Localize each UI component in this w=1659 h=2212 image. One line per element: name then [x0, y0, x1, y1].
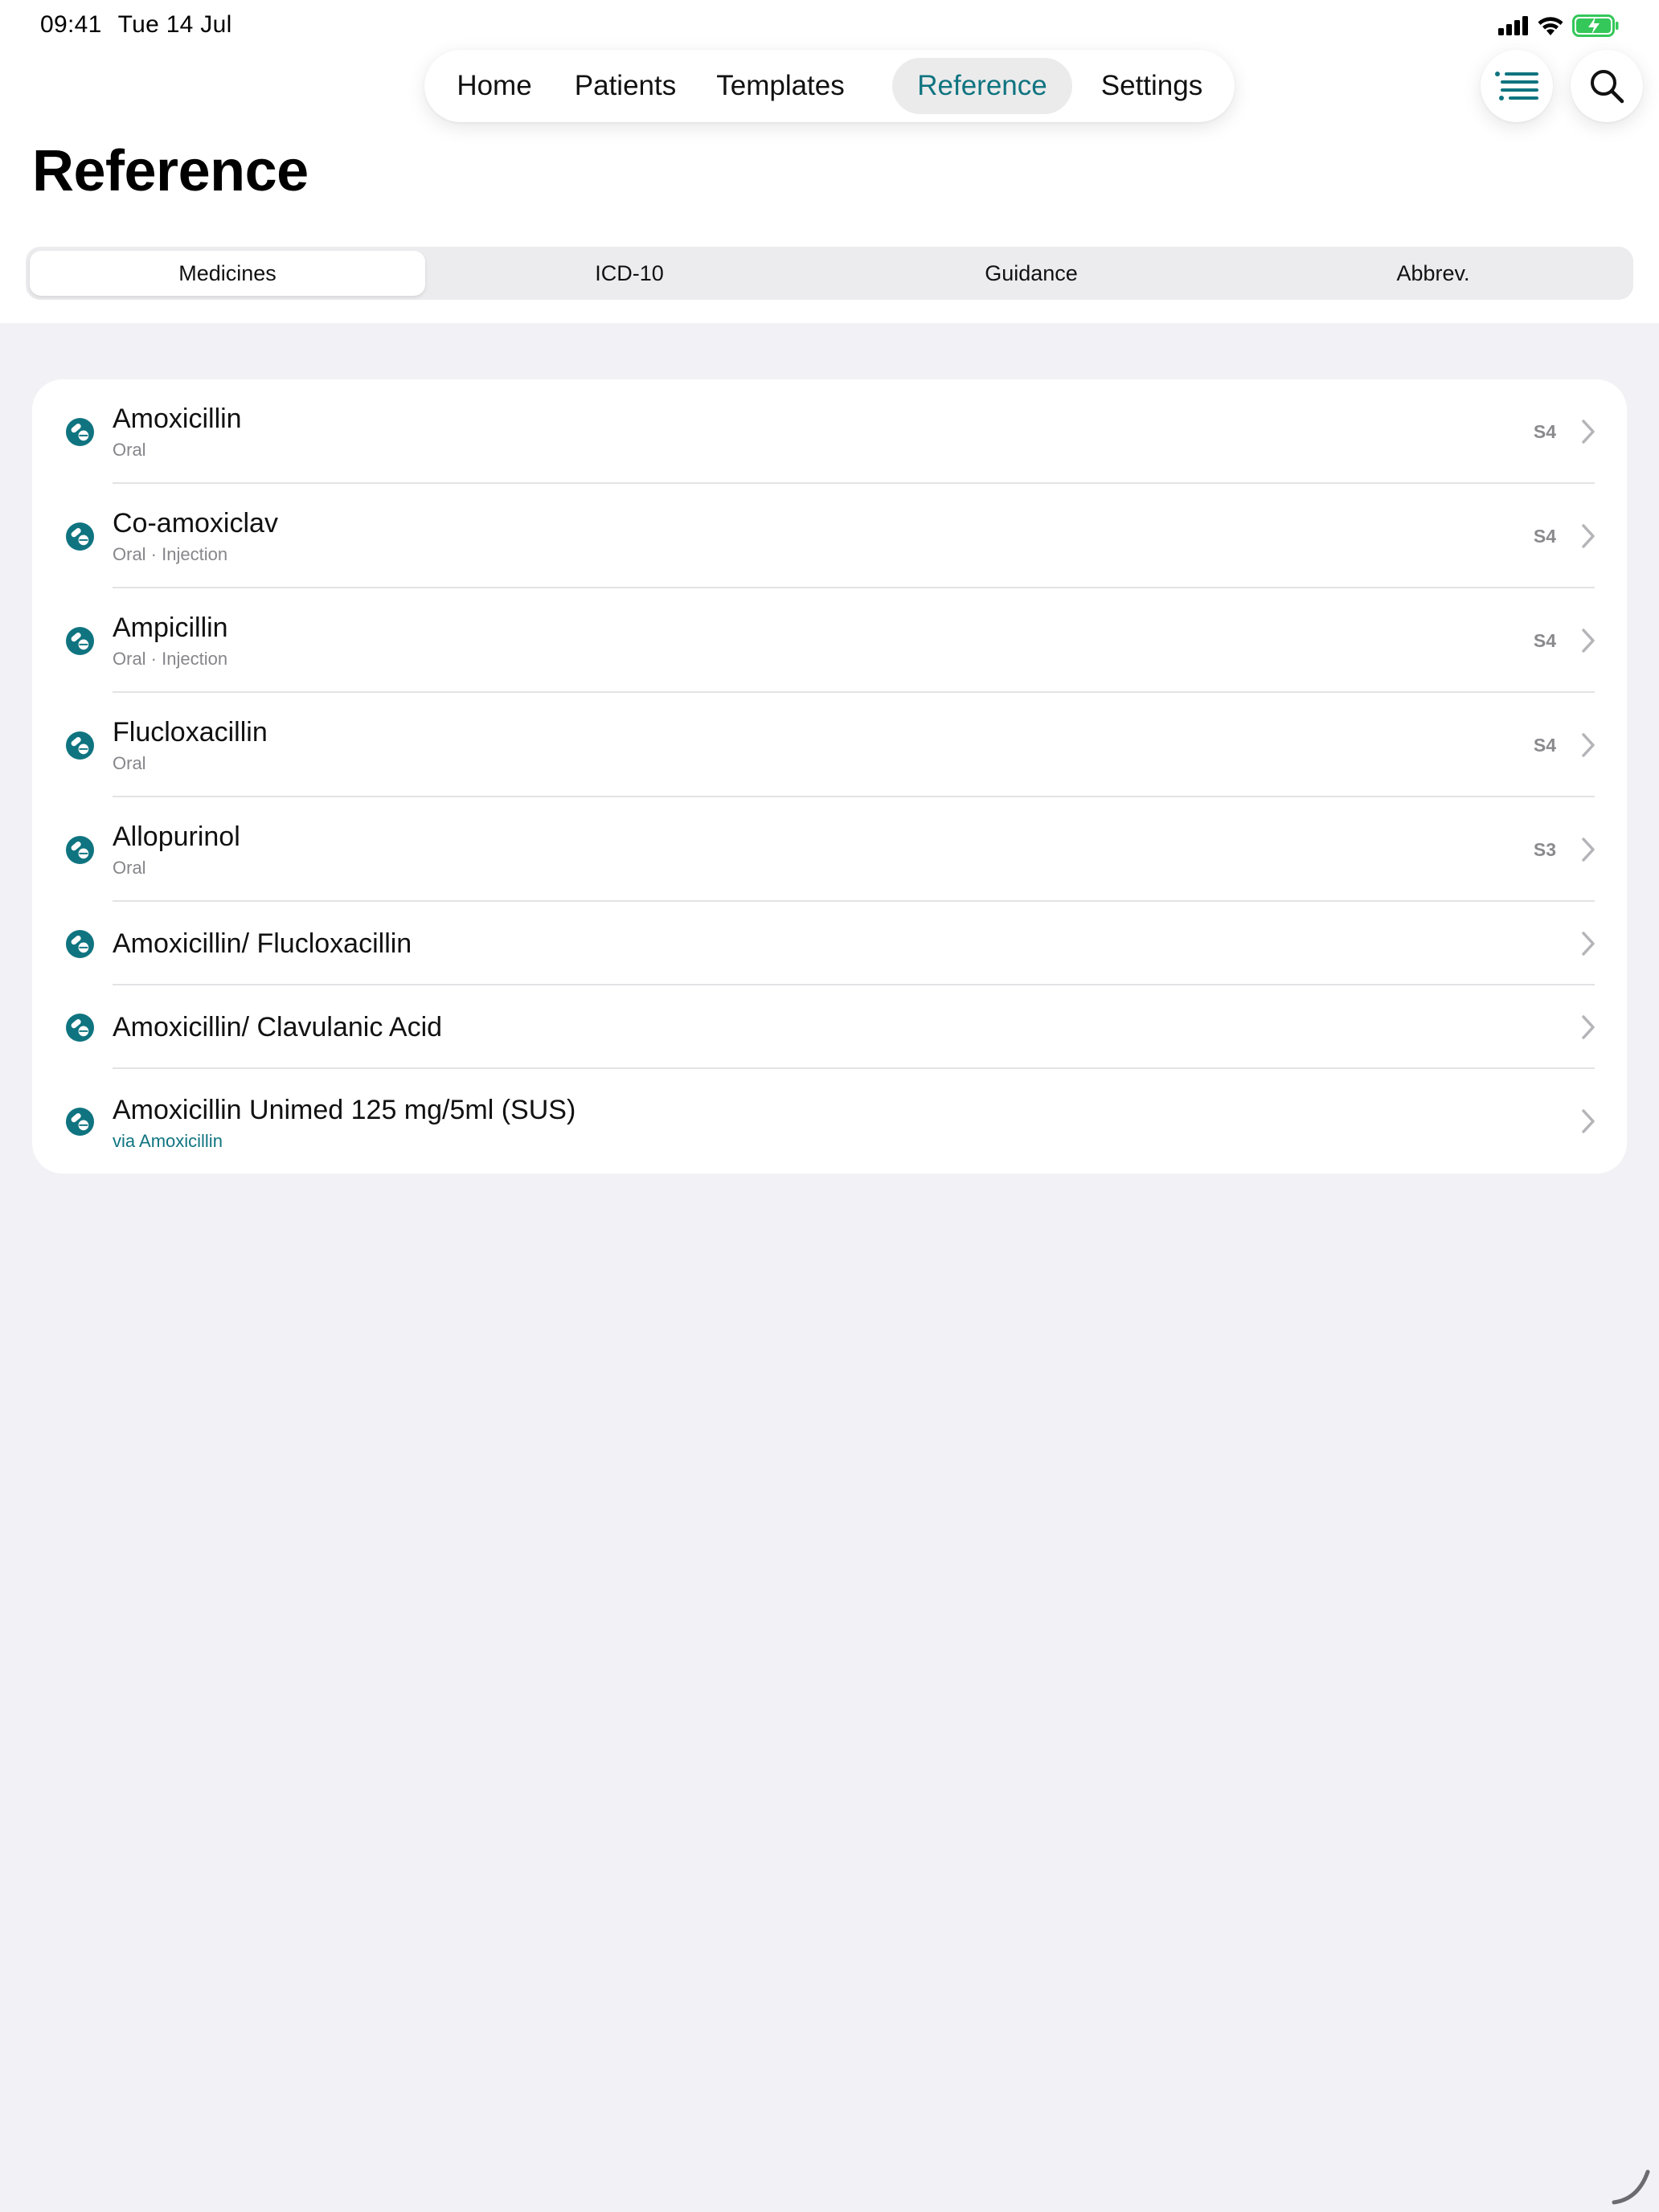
medicine-name: Amoxicillin Unimed 125 mg/5ml (SUS)	[113, 1095, 576, 1125]
segmented-control: Medicines ICD-10 Guidance Abbrev.	[26, 247, 1633, 300]
tab-patients[interactable]: Patients	[561, 58, 690, 114]
schedule-badge: S4	[1533, 630, 1556, 651]
medicine-name: Allopurinol	[113, 821, 240, 852]
top-tab-bar: Home Patients Templates Reference Settin…	[424, 50, 1235, 122]
status-date: Tue 14 Jul	[117, 11, 232, 38]
medicines-list: Amoxicillin Oral S4 Co-amoxiclav Oral · …	[32, 379, 1627, 1174]
chevron-right-icon	[1582, 1109, 1595, 1133]
medicine-name: Amoxicillin	[113, 403, 242, 434]
pill-icon	[66, 522, 94, 551]
pill-icon	[66, 418, 94, 446]
tab-templates[interactable]: Templates	[704, 58, 857, 114]
resize-corner-icon	[1612, 2169, 1650, 2205]
medicine-name: Ampicillin	[113, 612, 228, 643]
schedule-badge: S4	[1533, 526, 1556, 547]
pill-icon	[66, 1014, 94, 1042]
chevron-right-icon	[1582, 629, 1595, 653]
chevron-right-icon	[1582, 932, 1595, 956]
header-area: 09:41 Tue 14 Jul Home Patients Templates …	[0, 0, 1659, 323]
segment-abbrev[interactable]: Abbrev.	[1235, 251, 1631, 296]
schedule-badge: S3	[1533, 839, 1556, 860]
segment-icd10[interactable]: ICD-10	[432, 251, 827, 296]
list-item[interactable]: Co-amoxiclav Oral · Injection S4	[32, 484, 1627, 588]
chevron-right-icon	[1582, 420, 1595, 444]
search-button[interactable]	[1571, 50, 1643, 122]
search-icon	[1591, 70, 1624, 104]
medicine-route: Oral	[113, 440, 146, 460]
wifi-icon	[1538, 17, 1563, 35]
segment-guidance[interactable]: Guidance	[834, 251, 1229, 296]
status-time: 09:41	[40, 11, 102, 38]
via-link[interactable]: via Amoxicillin	[113, 1131, 223, 1152]
pill-icon	[66, 1108, 94, 1136]
list-item[interactable]: Amoxicillin/ Flucloxacillin	[32, 902, 1627, 985]
list-item[interactable]: Ampicillin Oral · Injection S4	[32, 588, 1627, 693]
pill-icon	[66, 731, 94, 760]
pill-icon	[66, 627, 94, 655]
pill-icon	[66, 930, 94, 958]
status-icons	[1498, 14, 1619, 37]
medicine-name: Amoxicillin/ Flucloxacillin	[113, 928, 412, 959]
status-bar-time: 09:41 Tue 14 Jul	[40, 11, 232, 39]
page-title: Reference	[32, 139, 309, 203]
list-button[interactable]	[1481, 50, 1553, 122]
list-item[interactable]: Allopurinol Oral S3	[32, 797, 1627, 902]
schedule-badge: S4	[1533, 421, 1556, 442]
list-item[interactable]: Flucloxacillin Oral S4	[32, 693, 1627, 797]
tab-reference[interactable]: Reference	[892, 58, 1072, 114]
chevron-right-icon	[1582, 1015, 1595, 1039]
pill-icon	[66, 836, 94, 864]
list-item[interactable]: Amoxicillin/ Clavulanic Acid	[32, 985, 1627, 1069]
medicine-route: Oral · Injection	[113, 649, 228, 669]
chevron-right-icon	[1582, 838, 1595, 862]
list-icon	[1495, 72, 1538, 100]
chevron-right-icon	[1582, 524, 1595, 548]
medicine-name: Amoxicillin/ Clavulanic Acid	[113, 1012, 443, 1043]
medicine-name: Co-amoxiclav	[113, 508, 278, 539]
cellular-signal-icon	[1498, 16, 1528, 35]
medicine-route: Oral	[113, 753, 146, 773]
medicine-name: Flucloxacillin	[113, 717, 268, 748]
schedule-badge: S4	[1533, 735, 1556, 756]
battery-charging-icon	[1572, 14, 1619, 37]
tab-settings[interactable]: Settings	[1083, 58, 1220, 114]
medicine-route: Oral · Injection	[113, 544, 228, 564]
chevron-right-icon	[1582, 733, 1595, 757]
list-item[interactable]: Amoxicillin Unimed 125 mg/5ml (SUS) via …	[32, 1069, 1627, 1174]
tab-home[interactable]: Home	[442, 58, 547, 114]
segment-medicines[interactable]: Medicines	[30, 251, 425, 296]
list-item[interactable]: Amoxicillin Oral S4	[32, 379, 1627, 484]
medicine-route: Oral	[113, 858, 146, 878]
